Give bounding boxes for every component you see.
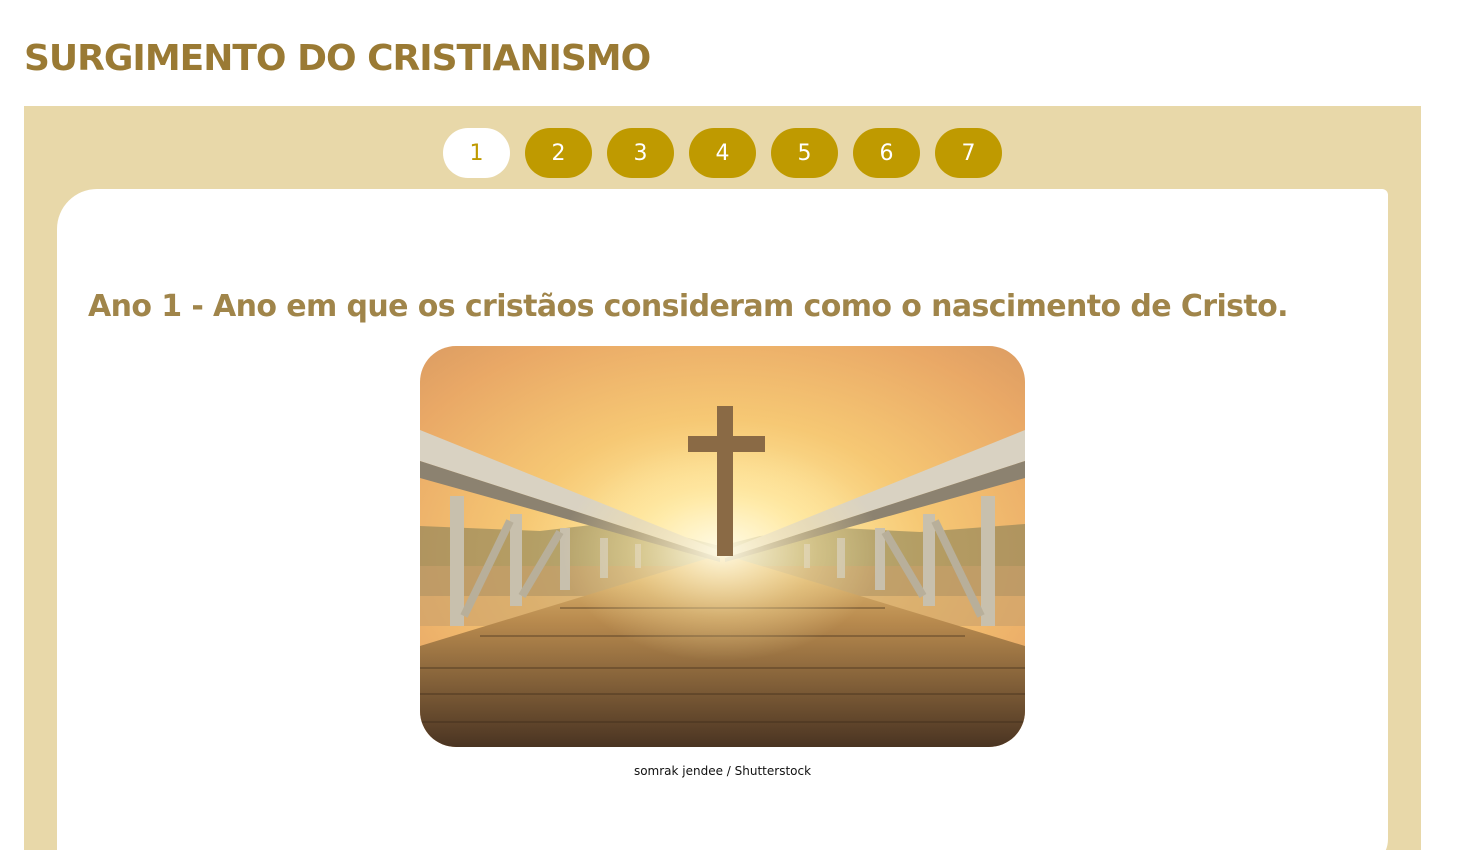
tab-5[interactable]: 5: [771, 128, 838, 178]
tab-6[interactable]: 6: [853, 128, 920, 178]
tab-7[interactable]: 7: [935, 128, 1002, 178]
cross-bridge-photo: [420, 346, 1025, 747]
tab-1[interactable]: 1: [443, 128, 510, 178]
page: SURGIMENTO DO CRISTIANISMO 1 2 3 4 5 6 7…: [0, 0, 1460, 850]
tab-3[interactable]: 3: [607, 128, 674, 178]
page-title: SURGIMENTO DO CRISTIANISMO: [24, 38, 651, 79]
image-credit: somrak jendee / Shutterstock: [633, 764, 812, 778]
tab-2[interactable]: 2: [525, 128, 592, 178]
slide-card: Ano 1 - Ano em que os cristãos considera…: [57, 189, 1388, 850]
slideshow-panel: 1 2 3 4 5 6 7 Ano 1 - Ano em que os cris…: [24, 106, 1421, 850]
tab-4[interactable]: 4: [689, 128, 756, 178]
slide-heading: Ano 1 - Ano em que os cristãos considera…: [88, 289, 1289, 324]
slide-tabs: 1 2 3 4 5 6 7: [443, 128, 1002, 178]
